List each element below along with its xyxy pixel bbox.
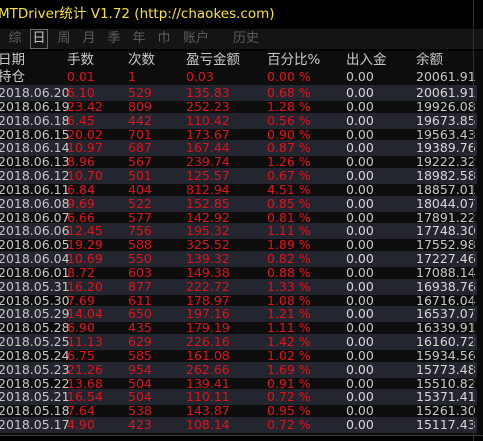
statistics-table: 日期 手数 次数 盈亏金额 百分比% 出入金 余额 持仓 0.01 1 0.03… <box>0 51 477 435</box>
column-divider <box>473 0 474 441</box>
tab-currency[interactable]: 巾 <box>155 30 173 48</box>
window-title: MTDriver统计 V1.72 (http://chaokes.com) <box>0 6 275 22</box>
summary-label: 持仓 <box>0 69 25 85</box>
row-percent: 0.72 % <box>267 417 311 433</box>
bottom-divider <box>0 435 483 436</box>
title-bar: MTDriver统计 V1.72 (http://chaokes.com) <box>0 0 483 28</box>
row-balance: 15117.43 <box>416 417 476 433</box>
table-header: 日期 手数 次数 盈亏金额 百分比% 出入金 余额 <box>0 51 477 70</box>
column-header-lots[interactable]: 手数 <box>67 51 94 70</box>
column-header-percent[interactable]: 百分比% <box>267 51 320 70</box>
summary-profit: 0.03 <box>186 69 214 84</box>
tab-daily[interactable]: 日 <box>30 29 48 49</box>
column-header-date[interactable]: 日期 <box>0 51 25 70</box>
summary-count: 1 <box>128 69 136 84</box>
summary-deposit: 0.00 <box>346 69 374 84</box>
column-header-count[interactable]: 次数 <box>128 51 155 70</box>
column-header-balance[interactable]: 余额 <box>416 51 443 70</box>
summary-balance: 20061.91 <box>416 69 476 84</box>
column-header-deposit[interactable]: 出入金 <box>346 51 387 70</box>
tab-yearly[interactable]: 年 <box>130 30 148 48</box>
row-lots: 4.90 <box>67 417 95 433</box>
tab-summary[interactable]: 综 <box>6 30 24 48</box>
tab-weekly[interactable]: 周 <box>55 30 73 48</box>
row-count: 423 <box>128 417 152 433</box>
vertical-scrollbar[interactable] <box>477 51 483 435</box>
column-header-profit[interactable]: 盈亏金额 <box>186 51 240 70</box>
tab-history[interactable]: 历史 <box>230 30 262 48</box>
row-profit: 108.14 <box>186 417 230 433</box>
tab-monthly[interactable]: 月 <box>80 30 98 48</box>
table-row[interactable]: 2018.05.17 4.90 423 108.14 0.72 % 0.00 15117.4… <box>0 417 477 434</box>
summary-percent: 0.00 % <box>267 69 311 84</box>
summary-lots: 0.01 <box>67 69 95 84</box>
row-deposit: 0.00 <box>346 417 374 433</box>
tab-account[interactable]: 账户 <box>180 30 212 48</box>
row-date: 2018.05.17 <box>0 417 70 433</box>
open-positions-row[interactable]: 持仓 0.01 1 0.03 0.00 % 0.00 20061.91 <box>0 69 477 85</box>
period-tab-bar: 综 日 周 月 季 年 巾 账户 历史 <box>0 29 483 49</box>
tab-quarterly[interactable]: 季 <box>105 30 123 48</box>
